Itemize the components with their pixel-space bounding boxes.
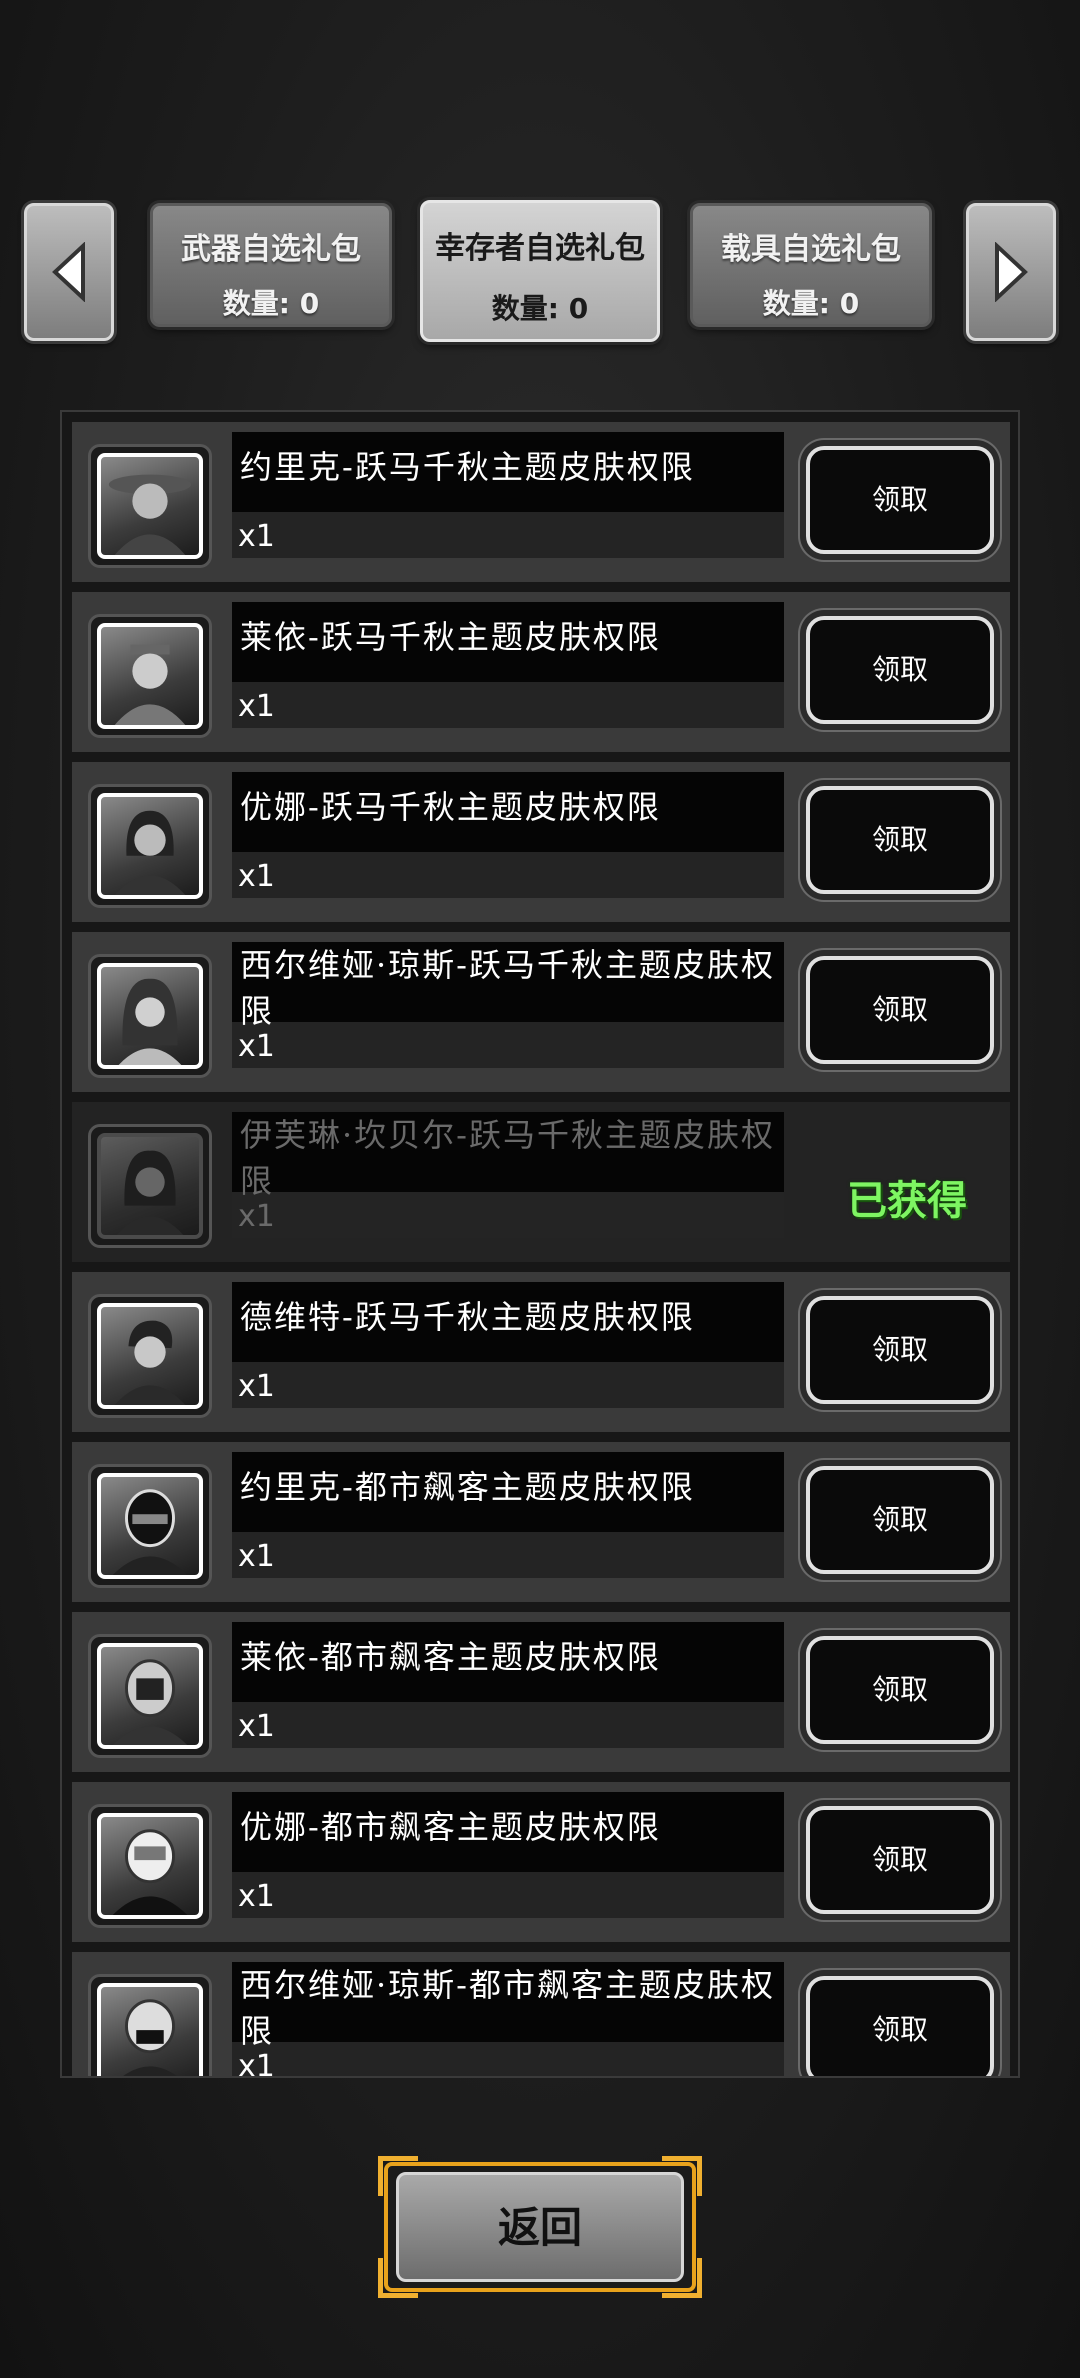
item-quantity: x1 — [238, 1029, 275, 1064]
claim-button[interactable]: 领取 — [806, 1806, 994, 1914]
item-info: 莱依-都市飙客主题皮肤权限 x1 — [232, 1622, 784, 1748]
item-name: 约里克-都市飙客主题皮肤权限 — [240, 1468, 695, 1506]
item-quantity: x1 — [238, 859, 275, 894]
survivor-portrait-icon — [116, 1150, 184, 1235]
avatar — [88, 1804, 212, 1928]
list-item: 莱依-都市飙客主题皮肤权限 x1 领取 — [72, 1612, 1010, 1772]
item-name: 莱依-跃马千秋主题皮肤权限 — [240, 618, 661, 656]
claimed-status: 已获得 — [847, 1178, 967, 1224]
item-info: 伊芙琳·坎贝尔-跃马千秋主题皮肤权限 x1 — [232, 1112, 784, 1238]
item-info: 约里克-跃马千秋主题皮肤权限 x1 — [232, 432, 784, 558]
claim-button[interactable]: 领取 — [806, 1296, 994, 1404]
claim-button[interactable]: 领取 — [806, 1466, 994, 1574]
avatar — [88, 1634, 212, 1758]
item-quantity: x1 — [238, 1539, 275, 1574]
list-item: 西尔维娅·琼斯-跃马千秋主题皮肤权限 x1 领取 — [72, 932, 1010, 1092]
item-name: 西尔维娅·琼斯-都市飙客主题皮肤权限 — [240, 1966, 775, 2050]
avatar — [88, 954, 212, 1078]
claim-button[interactable]: 领取 — [806, 956, 994, 1064]
survivor-portrait-icon — [108, 474, 192, 555]
survivor-portrait-icon — [118, 978, 182, 1065]
survivor-portrait-icon — [114, 644, 186, 725]
item-name: 优娜-跃马千秋主题皮肤权限 — [240, 788, 661, 826]
tab-title: 载具自选礼包 — [721, 232, 901, 267]
item-name: 约里克-跃马千秋主题皮肤权限 — [240, 448, 695, 486]
tab-count: 数量: 0 — [762, 287, 860, 320]
item-quantity: x1 — [238, 1879, 275, 1914]
helmet-portrait-icon — [123, 1999, 177, 2076]
item-name: 伊芙琳·坎贝尔-跃马千秋主题皮肤权限 — [240, 1116, 775, 1200]
claim-button[interactable]: 领取 — [806, 616, 994, 724]
reward-list[interactable]: 约里克-跃马千秋主题皮肤权限 x1 领取 莱依-跃马千秋主题皮肤权限 x1 领取… — [60, 410, 1020, 2078]
list-item: 优娜-跃马千秋主题皮肤权限 x1 领取 — [72, 762, 1010, 922]
back-button[interactable]: 返回 — [378, 2156, 702, 2298]
claim-button[interactable]: 领取 — [806, 446, 994, 554]
tab-survivor-pack[interactable]: 幸存者自选礼包 数量: 0 — [420, 200, 660, 342]
list-item: 莱依-跃马千秋主题皮肤权限 x1 领取 — [72, 592, 1010, 752]
arrow-left-icon — [52, 242, 85, 302]
item-name: 优娜-都市飙客主题皮肤权限 — [240, 1808, 661, 1846]
helmet-portrait-icon — [112, 1659, 188, 1745]
item-info: 西尔维娅·琼斯-都市飙客主题皮肤权限 x1 — [232, 1962, 784, 2078]
tab-title: 武器自选礼包 — [181, 232, 361, 267]
tab-count: 数量: 0 — [491, 292, 589, 325]
helmet-portrait-icon — [112, 1829, 188, 1915]
avatar — [88, 784, 212, 908]
list-item: 西尔维娅·琼斯-都市飙客主题皮肤权限 x1 领取 — [72, 1952, 1010, 2078]
item-info: 莱依-跃马千秋主题皮肤权限 x1 — [232, 602, 784, 728]
item-quantity: x1 — [238, 1709, 275, 1744]
arrow-right-icon — [995, 242, 1028, 302]
item-info: 优娜-跃马千秋主题皮肤权限 x1 — [232, 772, 784, 898]
claim-button[interactable]: 领取 — [806, 1636, 994, 1744]
avatar — [88, 1124, 212, 1248]
item-quantity: x1 — [238, 519, 275, 554]
avatar — [88, 444, 212, 568]
item-name: 西尔维娅·琼斯-跃马千秋主题皮肤权限 — [240, 946, 775, 1030]
avatar — [88, 614, 212, 738]
item-name: 莱依-都市飙客主题皮肤权限 — [240, 1638, 661, 1676]
avatar — [88, 1464, 212, 1588]
item-quantity: x1 — [238, 689, 275, 724]
item-quantity: x1 — [238, 2049, 275, 2078]
list-item: 德维特-跃马千秋主题皮肤权限 x1 领取 — [72, 1272, 1010, 1432]
survivor-portrait-icon — [114, 810, 186, 895]
tab-count: 数量: 0 — [222, 287, 320, 320]
list-item: 伊芙琳·坎贝尔-跃马千秋主题皮肤权限 x1 已获得 — [72, 1102, 1010, 1262]
list-item: 约里克-都市飙客主题皮肤权限 x1 领取 — [72, 1442, 1010, 1602]
tab-title: 幸存者自选礼包 — [435, 231, 645, 266]
avatar — [88, 1974, 212, 2076]
helmet-portrait-icon — [112, 1489, 188, 1575]
list-item: 约里克-跃马千秋主题皮肤权限 x1 领取 — [72, 422, 1010, 582]
category-tabs: 武器自选礼包 数量: 0 幸存者自选礼包 数量: 0 载具自选礼包 数量: 0 — [0, 200, 1080, 350]
claim-button[interactable]: 领取 — [806, 1976, 994, 2076]
back-button-label: 返回 — [497, 2203, 582, 2252]
tab-weapon-pack[interactable]: 武器自选礼包 数量: 0 — [150, 203, 392, 327]
item-info: 西尔维娅·琼斯-跃马千秋主题皮肤权限 x1 — [232, 942, 784, 1068]
item-info: 约里克-都市飙客主题皮肤权限 x1 — [232, 1452, 784, 1578]
prev-category-button[interactable] — [24, 203, 114, 341]
list-item: 优娜-都市飙客主题皮肤权限 x1 领取 — [72, 1782, 1010, 1942]
item-quantity: x1 — [238, 1369, 275, 1404]
item-info: 德维特-跃马千秋主题皮肤权限 x1 — [232, 1282, 784, 1408]
avatar — [88, 1294, 212, 1418]
tab-vehicle-pack[interactable]: 载具自选礼包 数量: 0 — [690, 203, 932, 327]
survivor-portrait-icon — [114, 1320, 186, 1405]
next-category-button[interactable] — [966, 203, 1056, 341]
item-quantity: x1 — [238, 1199, 275, 1234]
claim-button[interactable]: 领取 — [806, 786, 994, 894]
item-name: 德维特-跃马千秋主题皮肤权限 — [240, 1298, 695, 1336]
item-info: 优娜-都市飙客主题皮肤权限 x1 — [232, 1792, 784, 1918]
